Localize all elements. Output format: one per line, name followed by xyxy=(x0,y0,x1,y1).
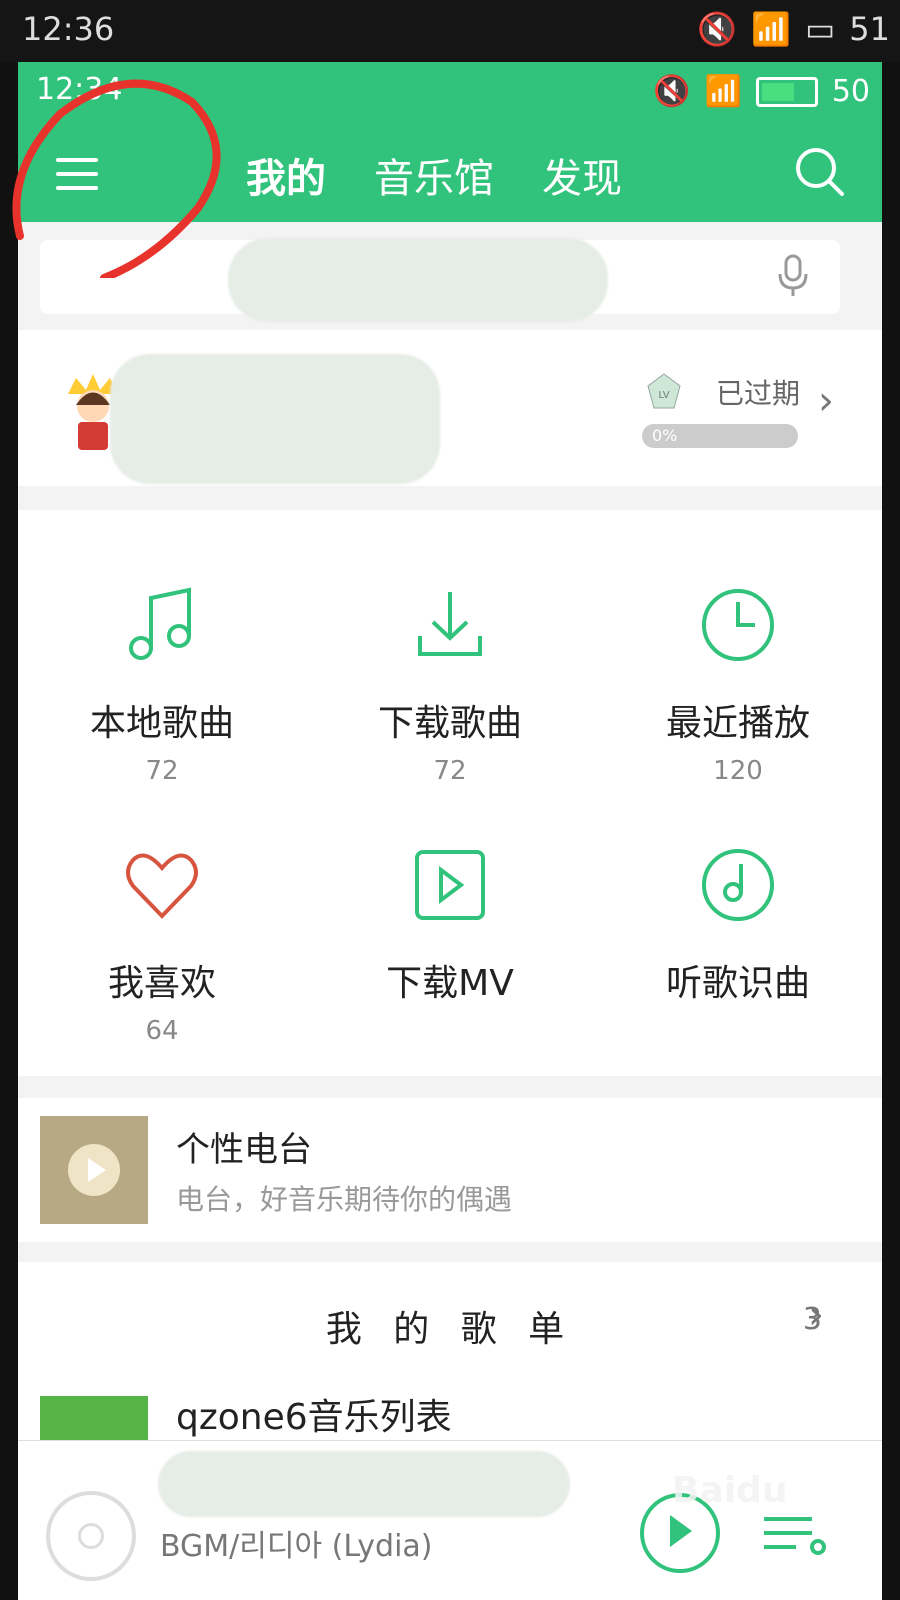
local-songs-label: 本地歌曲 xyxy=(89,703,234,744)
radio-subtitle: 电台，好音乐期待你的偶遇 xyxy=(176,1183,513,1216)
app-screen: 12:34 🔇 📶 50 我的 音乐馆 发现 LV 已过期 0% › 本地歌曲 … xyxy=(18,62,882,1600)
battery-icon: ▭ xyxy=(805,10,836,48)
favorites-count: 64 xyxy=(145,1016,179,1046)
chevron-right-icon[interactable]: › xyxy=(818,378,834,424)
queue-icon[interactable] xyxy=(760,1509,834,1557)
favorites-button[interactable]: 我喜欢 64 xyxy=(18,840,306,1046)
vip-status: 已过期 xyxy=(716,377,801,410)
blurred-song-title xyxy=(158,1451,570,1517)
song-recognition-button[interactable]: 听歌识曲 xyxy=(594,840,882,1006)
download-mv-button[interactable]: 下载MV xyxy=(306,840,594,1006)
tab-music-hall[interactable]: 音乐馆 xyxy=(374,146,494,204)
playlist-item[interactable]: qzone6音乐列表 xyxy=(18,1380,882,1440)
battery-icon xyxy=(755,76,818,107)
music-recognition-icon xyxy=(702,849,774,921)
local-songs-count: 72 xyxy=(145,756,179,786)
disc-icon[interactable] xyxy=(46,1491,136,1581)
heart-icon xyxy=(126,853,198,919)
outer-status-icons: 🔇 📶 ▭ 51 xyxy=(697,10,890,48)
mute-icon: 🔇 xyxy=(697,10,738,48)
profile-card[interactable]: LV 已过期 0% › xyxy=(18,330,882,486)
downloaded-songs-label: 下载歌曲 xyxy=(377,703,522,744)
recent-play-button[interactable]: 最近播放 120 xyxy=(594,580,882,786)
level-progress: 0% xyxy=(642,424,798,448)
inner-battery-text: 50 xyxy=(831,74,870,109)
playlist-title: 我 的 歌 单 xyxy=(325,1309,575,1350)
blurred-search-text xyxy=(228,238,608,322)
recent-play-label: 最近播放 xyxy=(665,703,810,744)
inner-status-icons: 🔇 📶 50 xyxy=(653,74,870,109)
svg-text:LV: LV xyxy=(658,390,669,401)
watermark: Baidu xyxy=(672,1470,788,1511)
level-icon: LV xyxy=(647,373,681,409)
favorites-label: 我喜欢 xyxy=(107,963,216,1004)
local-songs-button[interactable]: 本地歌曲 72 xyxy=(18,580,306,786)
downloaded-songs-button[interactable]: 下载歌曲 72 xyxy=(306,580,594,786)
playlist-header[interactable]: 我 的 歌 单 3 › xyxy=(18,1262,882,1381)
mic-icon[interactable] xyxy=(776,254,810,300)
tab-list: 我的 音乐馆 发现 xyxy=(246,146,622,204)
recent-play-count: 120 xyxy=(713,756,763,786)
clock-icon xyxy=(702,589,774,661)
downloaded-songs-count: 72 xyxy=(433,756,467,786)
red-circle-annotation xyxy=(12,79,221,278)
mini-player[interactable]: BGM/리디아 (Lydia) xyxy=(18,1440,882,1600)
tab-discover[interactable]: 发现 xyxy=(542,146,622,204)
blurred-user-info xyxy=(110,354,440,484)
personal-radio[interactable]: 个性电台 电台，好音乐期待你的偶遇 xyxy=(18,1098,882,1242)
outer-battery-text: 51 xyxy=(849,10,890,48)
level-progress-label: 0% xyxy=(652,426,678,445)
music-note-icon xyxy=(129,587,191,660)
play-square-icon xyxy=(415,850,485,920)
chevron-right-icon[interactable]: › xyxy=(808,1292,824,1338)
outer-status-bar: 12:36 🔇 📶 ▭ 51 xyxy=(0,0,900,62)
playlist-name: qzone6音乐列表 xyxy=(176,1397,452,1438)
playlist-thumbnail xyxy=(40,1396,148,1440)
feature-grid: 本地歌曲 72 下载歌曲 72 最近播放 120 我喜欢 64 下载MV 听歌识… xyxy=(18,510,882,1076)
wifi-icon: 📶 xyxy=(704,74,742,109)
outer-status-time: 12:36 xyxy=(22,10,115,48)
download-mv-label: 下载MV xyxy=(386,963,514,1004)
song-recognition-label: 听歌识曲 xyxy=(665,963,810,1004)
tab-mine[interactable]: 我的 xyxy=(246,146,326,204)
radio-cover xyxy=(40,1116,148,1224)
search-icon[interactable] xyxy=(790,142,850,202)
download-icon xyxy=(418,592,482,656)
mute-icon: 🔇 xyxy=(653,74,691,109)
wifi-icon: 📶 xyxy=(751,10,792,48)
radio-title: 个性电台 xyxy=(176,1130,312,1170)
player-artist: BGM/리디아 (Lydia) xyxy=(160,1529,433,1564)
